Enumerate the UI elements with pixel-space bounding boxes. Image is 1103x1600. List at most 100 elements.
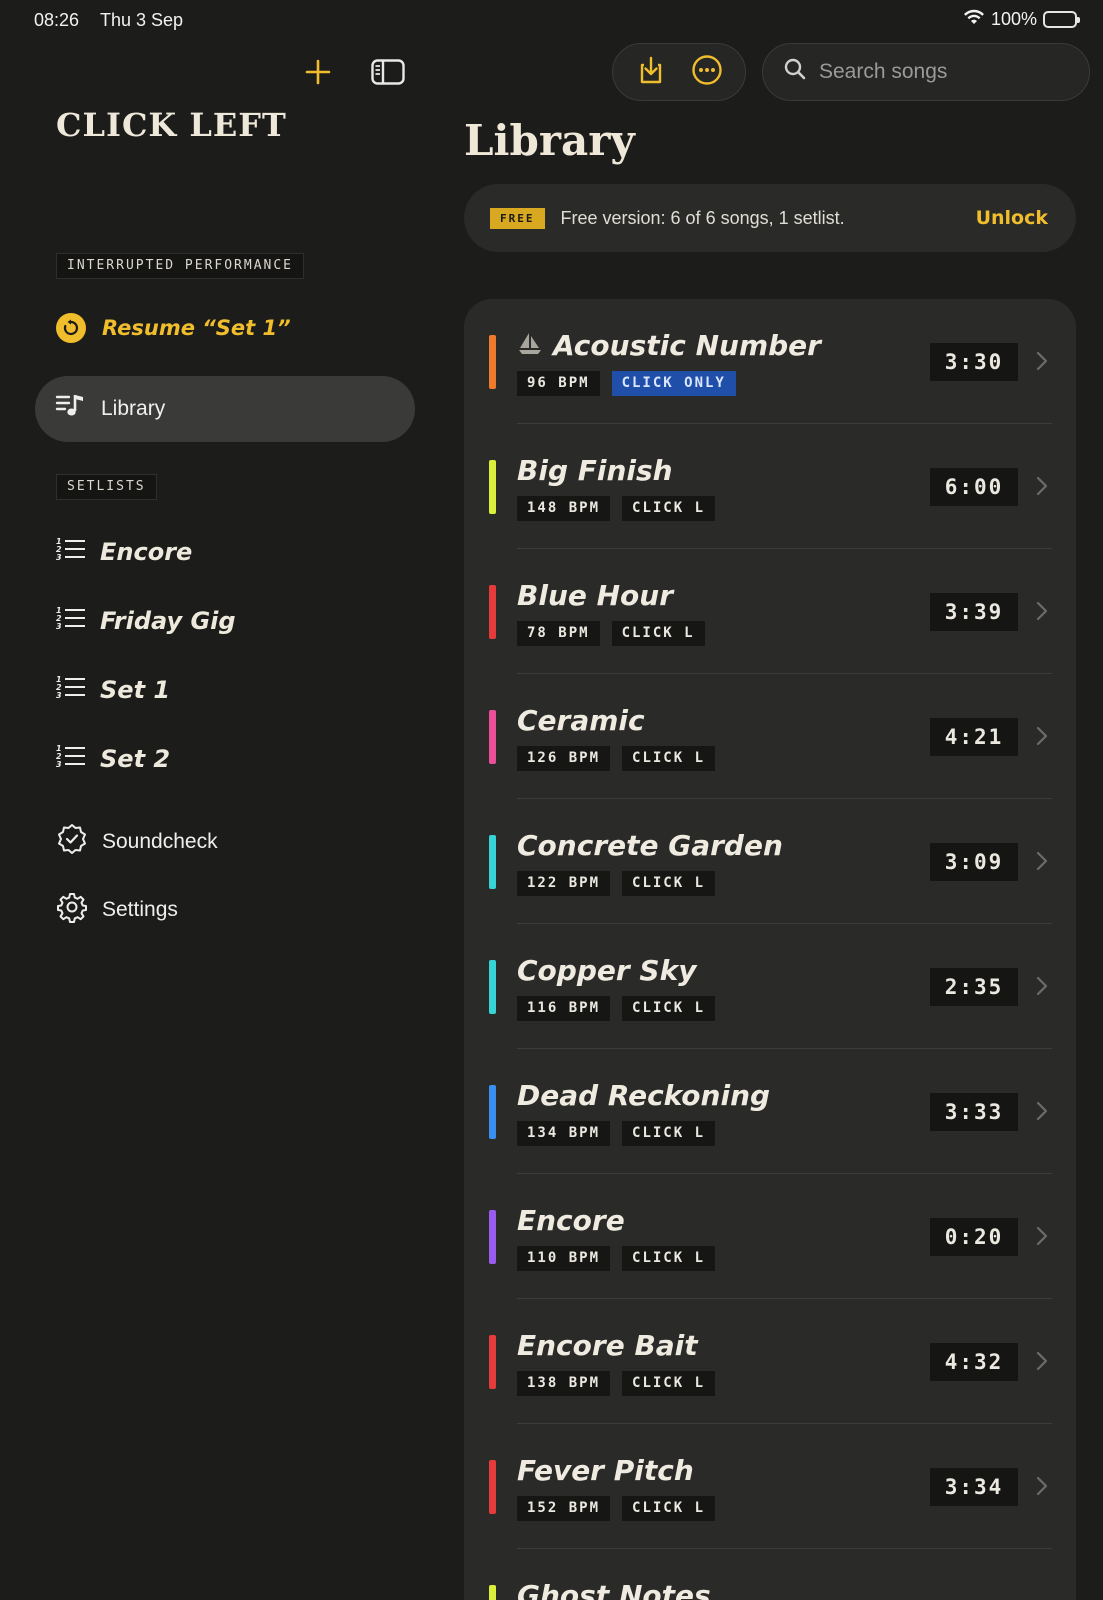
sidebar-item-setlist-friday-gig[interactable]: 123 Friday Gig xyxy=(56,605,236,637)
sidebar-item-soundcheck[interactable]: Soundcheck xyxy=(56,823,218,861)
sidebar-toggle-icon[interactable] xyxy=(370,54,406,90)
bpm-badge: 96 BPM xyxy=(517,371,600,396)
song-name: Ceramic xyxy=(517,704,645,737)
chevron-right-icon xyxy=(1036,726,1048,750)
sidebar-item-library[interactable]: Library xyxy=(35,376,415,442)
song-row[interactable]: Fever Pitch 152 BPM CLICK L 3:34 xyxy=(464,1424,1076,1549)
song-row[interactable]: Copper Sky 116 BPM CLICK L 2:35 xyxy=(464,924,1076,1049)
song-duration: 4:21 xyxy=(930,718,1018,756)
song-color-marker xyxy=(489,1585,496,1600)
search-field[interactable]: Search songs xyxy=(762,43,1090,101)
song-color-marker xyxy=(489,1335,496,1389)
bpm-badge: 78 BPM xyxy=(517,621,600,646)
click-badge: CLICK L xyxy=(622,1246,716,1271)
banner-text: Free version: 6 of 6 songs, 1 setlist. xyxy=(560,207,845,228)
wifi-icon xyxy=(963,9,985,30)
setlists-label: SETLISTS xyxy=(56,474,157,500)
song-color-marker xyxy=(489,835,496,889)
song-duration: 0:20 xyxy=(930,1218,1018,1256)
song-title: Encore xyxy=(517,1204,625,1237)
song-row[interactable]: Acoustic Number 96 BPM CLICK ONLY 3:30 xyxy=(464,299,1076,424)
search-placeholder: Search songs xyxy=(819,60,948,83)
song-title: Fever Pitch xyxy=(517,1454,694,1487)
sailboat-icon xyxy=(517,329,543,362)
toolbar-actions xyxy=(612,43,746,101)
song-color-marker xyxy=(489,585,496,639)
status-time: 08:26 xyxy=(34,10,80,30)
sidebar-item-label: Settings xyxy=(102,898,178,921)
song-name: Fever Pitch xyxy=(517,1454,694,1487)
song-row[interactable]: Encore 110 BPM CLICK L 0:20 xyxy=(464,1174,1076,1299)
song-row[interactable]: Ceramic 126 BPM CLICK L 4:21 xyxy=(464,674,1076,799)
click-badge: CLICK L xyxy=(622,496,716,521)
setlist-label: Set 1 xyxy=(100,676,171,704)
click-badge: CLICK L xyxy=(622,1121,716,1146)
unlock-button[interactable]: Unlock xyxy=(976,207,1048,229)
song-title: Encore Bait xyxy=(517,1329,698,1362)
more-options-icon[interactable] xyxy=(691,54,723,90)
song-name: Copper Sky xyxy=(517,954,696,987)
click-badge: CLICK L xyxy=(622,871,716,896)
song-duration: 3:09 xyxy=(930,843,1018,881)
song-duration: 3:30 xyxy=(930,343,1018,381)
chevron-right-icon xyxy=(1036,851,1048,875)
sidebar-item-setlist-encore[interactable]: 123 Encore xyxy=(56,536,192,568)
setlist-label: Encore xyxy=(100,538,193,566)
song-name: Acoustic Number xyxy=(517,329,821,362)
bpm-badge: 110 BPM xyxy=(517,1246,611,1271)
song-tags: 122 BPM CLICK L xyxy=(517,871,716,896)
song-tags: 138 BPM CLICK L xyxy=(517,1371,716,1396)
song-title: Ceramic xyxy=(517,704,645,737)
bpm-badge: 116 BPM xyxy=(517,996,611,1021)
song-tags: 134 BPM CLICK L xyxy=(517,1121,716,1146)
battery-percentage: 100% xyxy=(990,9,1037,29)
bpm-badge: 148 BPM xyxy=(517,496,611,521)
song-row[interactable]: Dead Reckoning 134 BPM CLICK L 3:33 xyxy=(464,1049,1076,1174)
svg-text:3: 3 xyxy=(56,691,62,700)
song-row[interactable]: Blue Hour 78 BPM CLICK L 3:39 xyxy=(464,549,1076,674)
gear-icon xyxy=(56,891,88,929)
song-row[interactable]: Big Finish 148 BPM CLICK L 6:00 xyxy=(464,424,1076,549)
search-icon xyxy=(783,57,807,87)
status-indicators: 100% xyxy=(963,9,1080,30)
svg-text:3: 3 xyxy=(56,622,62,631)
sidebar-item-settings[interactable]: Settings xyxy=(56,891,178,929)
chevron-right-icon xyxy=(1036,1476,1048,1500)
song-color-marker xyxy=(489,460,496,514)
song-name: Big Finish xyxy=(517,454,673,487)
song-row[interactable]: Encore Bait 138 BPM CLICK L 4:32 xyxy=(464,1299,1076,1424)
sidebar-item-setlist-set-2[interactable]: 123 Set 2 xyxy=(56,743,170,775)
song-title: Ghost Notes xyxy=(517,1579,711,1600)
chevron-right-icon xyxy=(1036,1226,1048,1250)
song-duration: 3:33 xyxy=(930,1093,1018,1131)
song-color-marker xyxy=(489,1210,496,1264)
bpm-badge: 134 BPM xyxy=(517,1121,611,1146)
song-color-marker xyxy=(489,1460,496,1514)
free-badge: FREE xyxy=(490,207,545,229)
import-icon[interactable] xyxy=(636,55,666,89)
song-name: Blue Hour xyxy=(517,579,673,612)
song-name: Ghost Notes xyxy=(517,1579,711,1600)
resume-button[interactable]: Resume “Set 1” xyxy=(56,313,291,343)
song-tags: 148 BPM CLICK L xyxy=(517,496,716,521)
music-list-icon xyxy=(55,392,85,426)
svg-text:3: 3 xyxy=(56,553,62,562)
add-icon[interactable] xyxy=(300,54,336,90)
song-tags: 126 BPM CLICK L xyxy=(517,746,716,771)
click-badge: CLICK L xyxy=(611,621,705,646)
song-row[interactable]: Concrete Garden 122 BPM CLICK L 3:09 xyxy=(464,799,1076,924)
song-duration: 3:34 xyxy=(930,1468,1018,1506)
song-name: Concrete Garden xyxy=(517,829,783,862)
song-row[interactable]: Ghost Notes xyxy=(464,1549,1076,1600)
song-name: Encore Bait xyxy=(517,1329,698,1362)
numbered-list-icon: 123 xyxy=(56,605,86,637)
chevron-right-icon xyxy=(1036,1351,1048,1375)
sidebar-item-label: Soundcheck xyxy=(102,830,218,853)
sidebar-item-setlist-set-1[interactable]: 123 Set 1 xyxy=(56,674,170,706)
bpm-badge: 138 BPM xyxy=(517,1371,611,1396)
song-title: Big Finish xyxy=(517,454,673,487)
song-color-marker xyxy=(489,1085,496,1139)
resume-icon xyxy=(56,313,86,343)
song-title: Copper Sky xyxy=(517,954,697,987)
click-badge: CLICK L xyxy=(622,996,716,1021)
